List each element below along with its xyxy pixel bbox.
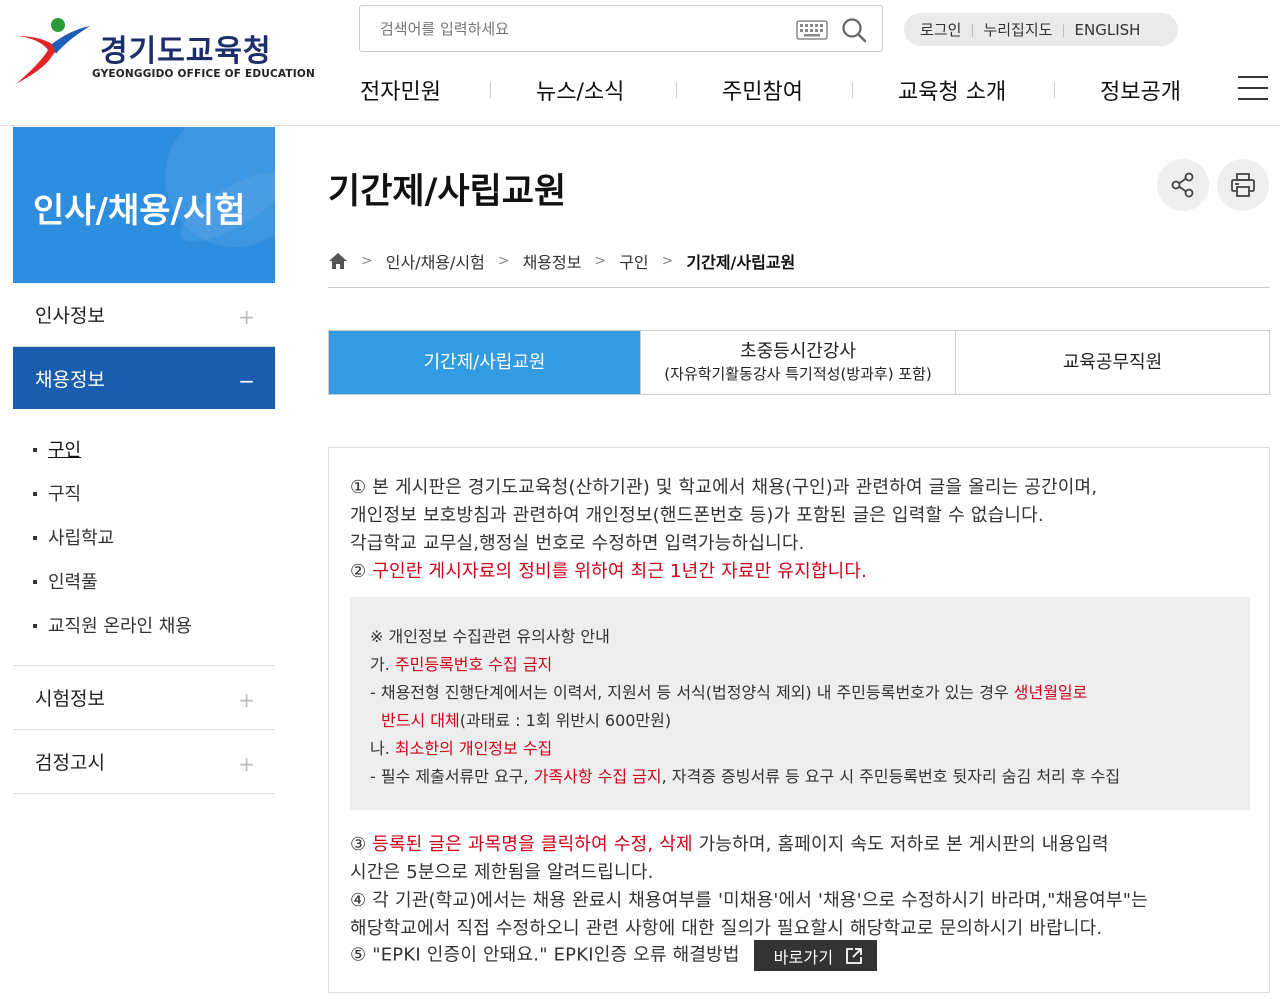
sidebar-sub-item-talent-pool[interactable]: 인력풀	[33, 559, 275, 603]
notice-line: ① 본 게시판은 경기도교육청(산하기관) 및 학교에서 채용(구인)과 관련하…	[350, 477, 1098, 498]
hamburger-menu-icon[interactable]	[1238, 76, 1268, 102]
english-link[interactable]: ENGLISH	[1075, 21, 1141, 39]
logo-emblem-icon	[16, 18, 90, 84]
page-title: 기간제/사립교원	[328, 172, 567, 212]
breadcrumb-item[interactable]: 구인	[619, 249, 648, 273]
guide-heading: ※ 개인정보 수집관련 유의사항 안내	[370, 627, 610, 646]
gnb-item-news[interactable]: 뉴스/소식	[536, 74, 624, 106]
gnb-item-civil[interactable]: 전자민원	[360, 74, 441, 106]
sitemap-link[interactable]: 누리집지도	[983, 19, 1052, 40]
guide-line: 나. 최소한의 개인정보 수집	[370, 739, 553, 758]
logo-subtitle: GYEONGGIDO OFFICE OF EDUCATION	[92, 68, 315, 80]
notice-line: ③ 등록된 글은 과목명을 클릭하여 수정, 삭제 가능하며, 홈페이지 속도 …	[350, 834, 1109, 855]
sidebar-sub-item-job-seeking[interactable]: 구직	[33, 471, 275, 515]
guide-line: - 필수 제출서류만 요구, 가족사항 수집 금지, 자격증 증빙서류 등 요구…	[370, 767, 1121, 786]
epki-text: ⑤ "EPKI 인증이 안돼요." EPKI인증 오류 해결방법	[350, 944, 740, 966]
utility-links: 로그인 | 누리집지도 | ENGLISH	[904, 13, 1178, 46]
sidebar-item-exam[interactable]: 시험정보 +	[13, 666, 275, 730]
privacy-guide-box: ※ 개인정보 수집관련 유의사항 안내 가. 주민등록번호 수집 금지 - 채용…	[350, 597, 1250, 810]
breadcrumb-current: 기간제/사립교원	[686, 253, 796, 272]
login-link[interactable]: 로그인	[920, 19, 961, 40]
logo-title: 경기도교육청	[100, 34, 272, 69]
chevron-right-icon: >	[661, 253, 674, 269]
sidebar-item-personnel[interactable]: 인사정보 +	[13, 283, 275, 347]
sidebar-item-recruitment[interactable]: 채용정보 −	[13, 347, 275, 409]
site-logo[interactable]: 경기도교육청 GYEONGGIDO OFFICE OF EDUCATION	[12, 14, 315, 86]
sidebar-nav: 인사정보 + 채용정보 − 구인 구직 사립학교 인력풀 교직원 온라인 채용 …	[13, 283, 275, 794]
notice-line: ④ 각 기관(학교)에서는 채용 완료시 채용여부를 '미채용'에서 '채용'으…	[350, 890, 1148, 911]
notice-box: ① 본 게시판은 경기도교육청(산하기관) 및 학교에서 채용(구인)과 관련하…	[328, 447, 1270, 993]
chevron-right-icon: >	[594, 253, 607, 269]
sidebar-item-label: 시험정보	[35, 688, 105, 710]
chevron-right-icon: >	[497, 253, 510, 269]
guide-line: 반드시 대체(과태료 : 1회 위반시 600만원)	[381, 711, 672, 730]
share-icon	[1171, 172, 1194, 198]
search-icon[interactable]	[841, 17, 867, 43]
guide-line: 가. 주민등록번호 수집 금지	[370, 655, 553, 674]
guide-line: - 채용전형 진행단계에서는 이력서, 지원서 등 서식(법정양식 제외) 내 …	[370, 683, 1088, 702]
gnb-divider	[676, 82, 677, 98]
notice-line: 해당학교에서 직접 수정하오니 관련 사항에 대한 질의가 필요할시 해당학교로…	[350, 918, 1103, 939]
util-divider: |	[1061, 22, 1066, 37]
plus-icon: +	[238, 688, 255, 712]
gnb-divider	[490, 82, 491, 98]
plus-icon: +	[238, 305, 255, 329]
gnb-divider	[852, 82, 853, 98]
print-icon	[1231, 173, 1255, 197]
tab-sublabel: (자유학기활동강사 특기적성(방과후) 포함)	[664, 364, 932, 383]
chevron-right-icon: >	[361, 253, 373, 269]
util-divider: |	[970, 22, 975, 37]
breadcrumb: > 인사/채용/시험 > 채용정보 > 구인 > 기간제/사립교원	[328, 248, 795, 274]
home-icon[interactable]	[328, 252, 348, 270]
breadcrumb-divider	[328, 287, 1270, 288]
gnb-item-participation[interactable]: 주민참여	[722, 74, 803, 106]
sidebar-sub-item-online-hiring[interactable]: 교직원 온라인 채용	[33, 603, 275, 647]
plus-icon: +	[238, 752, 255, 776]
notice-line: 각급학교 교무실,행정실 번호로 수정하면 입력가능하십니다.	[350, 533, 805, 554]
breadcrumb-item[interactable]: 채용정보	[523, 249, 582, 273]
tab-label: 교육공무직원	[1062, 352, 1163, 373]
goto-label: 바로가기	[773, 947, 834, 967]
notice-line: 시간은 5분으로 제한됨을 알려드립니다.	[350, 862, 654, 883]
tab-label: 기간제/사립교원	[423, 352, 546, 373]
gnb-item-about[interactable]: 교육청 소개	[898, 74, 1006, 106]
global-nav: 전자민원 뉴스/소식 주민참여 교육청 소개 정보공개	[330, 68, 1280, 112]
goto-button[interactable]: 바로가기	[753, 940, 878, 971]
sidebar-sub-item-hiring[interactable]: 구인	[33, 427, 275, 471]
notice-line: ② 구인란 게시자료의 정비를 위하여 최근 1년간 자료만 유지합니다.	[350, 561, 868, 582]
tab-label: 초중등시간강사	[740, 340, 856, 362]
external-link-icon	[846, 947, 863, 964]
sidebar-title: 인사/채용/시험	[33, 191, 246, 231]
sidebar-banner: 인사/채용/시험	[13, 127, 275, 283]
gnb-divider	[1054, 82, 1055, 98]
gnb-item-info[interactable]: 정보공개	[1100, 74, 1181, 106]
keyboard-icon[interactable]	[796, 20, 828, 40]
sidebar-submenu: 구인 구직 사립학교 인력풀 교직원 온라인 채용	[13, 409, 275, 666]
tab-part-time-lecturer[interactable]: 초중등시간강사 (자유학기활동강사 특기적성(방과후) 포함)	[641, 331, 956, 394]
sidebar-sub-item-private-school[interactable]: 사립학교	[33, 515, 275, 559]
tab-education-staff[interactable]: 교육공무직원	[956, 331, 1269, 394]
site-header: 경기도교육청 GYEONGGIDO OFFICE OF EDUCATION 로그…	[0, 0, 1280, 126]
minus-icon: −	[238, 369, 255, 393]
notice-line: ⑤ "EPKI 인증이 안돼요." EPKI인증 오류 해결방법 바로가기	[350, 940, 878, 971]
share-button[interactable]	[1157, 159, 1209, 211]
sidebar-item-label: 채용정보	[35, 368, 105, 391]
tab-contract-teacher[interactable]: 기간제/사립교원	[329, 331, 641, 394]
search-box	[359, 5, 883, 52]
print-button[interactable]	[1217, 159, 1269, 211]
breadcrumb-item[interactable]: 인사/채용/시험	[386, 249, 485, 273]
sidebar-item-label: 인사정보	[35, 305, 105, 327]
sidebar-item-label: 검정고시	[35, 752, 105, 774]
sidebar-item-ged[interactable]: 검정고시 +	[13, 730, 275, 794]
notice-line: 개인정보 보호방침과 관련하여 개인정보(핸드폰번호 등)가 포함된 글은 입력…	[350, 505, 1044, 526]
content-tabs: 기간제/사립교원 초중등시간강사 (자유학기활동강사 특기적성(방과후) 포함)…	[328, 330, 1270, 395]
search-input[interactable]	[380, 16, 780, 42]
